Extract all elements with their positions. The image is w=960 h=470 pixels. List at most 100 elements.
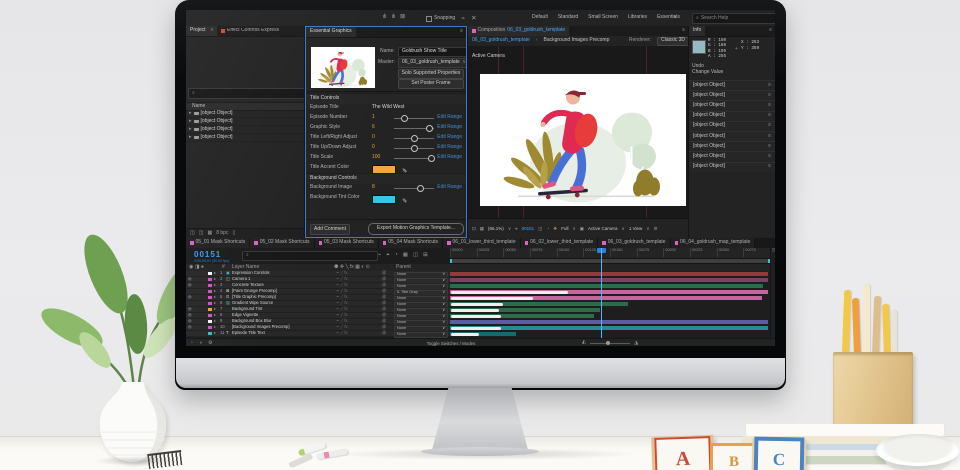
collapsed-panel-header[interactable]: [object Object] ≡ — [689, 90, 775, 100]
collapsed-panel-header[interactable]: [object Object] ≡ — [689, 100, 775, 110]
eye-icon[interactable]: ◎ — [188, 295, 192, 300]
label-color-swatch[interactable] — [208, 302, 212, 306]
disclosure-icon[interactable]: ▸ — [189, 135, 192, 141]
workspace-tab[interactable]: Standard — [558, 15, 578, 21]
label-color-swatch[interactable] — [208, 332, 212, 336]
layer-duration-bar[interactable] — [450, 272, 768, 276]
comp-canvas[interactable] — [480, 74, 686, 206]
parent-pickwhip-icon[interactable]: @ — [382, 331, 386, 336]
parameter-value[interactable]: 8 — [372, 185, 375, 191]
layer-duration-bar[interactable] — [450, 284, 763, 288]
comp-tab[interactable]: 05_03 Mask Shortcuts — [315, 238, 379, 248]
align-icon[interactable]: ⋔ — [391, 14, 396, 21]
disclosure-icon[interactable]: ▸ — [189, 127, 192, 133]
resolution-dropdown[interactable]: Full — [561, 226, 568, 231]
playhead-line[interactable] — [601, 248, 602, 338]
parameter-value[interactable]: 0 — [372, 145, 375, 151]
zoom-out-mountain-icon[interactable]: ◭ — [582, 340, 586, 346]
layer-duration-bar[interactable] — [450, 332, 516, 336]
magnification-dropdown[interactable]: (66.1%) — [488, 226, 504, 231]
eg-name-input[interactable]: Goldrush Show Title — [398, 47, 467, 57]
breadcrumb-precomp[interactable]: Background Images Precomp — [544, 38, 610, 44]
motion-blur-icon[interactable]: ◫ — [413, 252, 418, 258]
collapsed-panel-header[interactable]: [object Object] ≡ — [689, 111, 775, 121]
layer-duration-bar[interactable] — [450, 326, 768, 330]
parent-dropdown[interactable]: None∨ — [394, 332, 448, 338]
viewer-timecode[interactable]: 00151 — [522, 226, 535, 231]
list-view-icon[interactable]: ◫ — [199, 231, 204, 237]
project-folder-row[interactable]: ▸ [object Object] — [186, 118, 304, 126]
label-color-swatch[interactable] — [208, 308, 212, 312]
layer-duration-bar[interactable] — [450, 308, 600, 312]
tab-info[interactable]: Info — [689, 26, 705, 36]
pixel-aspect-icon[interactable]: ⚙ — [654, 226, 658, 231]
parameter-text-value[interactable]: The Wild West — [372, 105, 404, 111]
comp-tab[interactable]: 05_02 Mask Shortcuts — [250, 238, 314, 248]
panel-menu-icon[interactable]: ≡ — [460, 29, 463, 35]
slider-knob[interactable] — [411, 145, 418, 152]
project-folder-row[interactable]: ▸ [object Object] — [186, 110, 304, 118]
label-color-swatch[interactable] — [208, 296, 212, 300]
parameter-slider[interactable] — [394, 123, 434, 133]
label-color-swatch[interactable] — [208, 278, 212, 282]
timeline-search-input[interactable]: ⌕ — [242, 251, 378, 261]
breadcrumb-current-comp[interactable]: 06_03_goldrush_template — [472, 38, 530, 44]
view-layout-dropdown[interactable]: 1 View — [629, 226, 642, 231]
disclosure-icon[interactable]: ▸ — [189, 119, 192, 125]
eye-icon[interactable]: ◎ — [188, 325, 192, 330]
toggle-switches-modes-button[interactable]: Toggle Switches / Modes — [386, 341, 516, 346]
comp-tab[interactable]: 06_04_goldrush_map_template — [671, 238, 756, 248]
comp-tab[interactable]: 05_01 Mask Shortcuts — [186, 238, 250, 248]
grid-options-icon[interactable]: ▦ — [480, 226, 484, 231]
tab-essential-graphics[interactable]: Essential Graphics — [306, 27, 356, 37]
composition-mini-flowchart-icon[interactable]: ⌁ — [378, 252, 381, 258]
current-time-field[interactable]: 00151 — [194, 250, 221, 259]
panel-menu-icon[interactable]: ≡ — [682, 28, 685, 34]
layer-name[interactable]: Episode Title Text — [232, 331, 265, 336]
align-icon[interactable]: ⋔ — [382, 14, 387, 21]
panel-menu-icon[interactable]: ≡ — [211, 28, 214, 34]
eg-master-dropdown[interactable]: 06_03_goldrush_template∨ — [398, 58, 467, 68]
zoom-slider-knob[interactable] — [606, 341, 610, 345]
parent-column[interactable]: Parent — [396, 265, 411, 271]
trash-icon[interactable]: ▯ — [232, 231, 235, 237]
workspace-tab[interactable]: Essentials — [657, 15, 680, 21]
roi-icon[interactable]: ▣ — [580, 226, 584, 231]
comp-tab[interactable]: 06_03_goldrush_template — [598, 238, 670, 248]
parameter-slider[interactable] — [394, 153, 434, 163]
snapshot-icon[interactable]: ◫ — [538, 226, 542, 231]
edit-range-link[interactable]: Edit Range — [437, 145, 462, 151]
thumbnail-view-icon[interactable]: ◫ — [190, 231, 195, 237]
layer-duration-bar[interactable] — [450, 320, 768, 324]
label-color-swatch[interactable] — [208, 272, 212, 276]
project-search-input[interactable]: ⌕ — [188, 88, 304, 99]
edit-range-link[interactable]: Edit Range — [437, 155, 462, 161]
add-comment-button[interactable]: Add Comment — [310, 224, 350, 235]
slider-knob[interactable] — [426, 125, 433, 132]
renderer-button[interactable]: Classic 3D — [657, 37, 688, 46]
workspace-tab[interactable]: Default — [532, 15, 548, 21]
exposure-icon[interactable]: ◔ — [546, 226, 549, 231]
edit-range-link[interactable]: Edit Range — [437, 115, 462, 121]
collapsed-panel-header[interactable]: [object Object] ≡ — [689, 131, 775, 141]
collapsed-panel-header[interactable]: [object Object] ≡ — [689, 141, 775, 151]
zoom-in-mountain-icon[interactable]: ◮ — [634, 340, 638, 346]
comp-tab[interactable]: 05_04 Mask Shortcuts — [379, 238, 443, 248]
parameter-value[interactable]: 6 — [372, 125, 375, 131]
snapping-toggle[interactable]: Snapping ⌁ ✕ — [426, 15, 481, 22]
mask-visibility-icon[interactable]: ⌖ — [515, 226, 518, 231]
graph-editor-icon[interactable]: ⊞ — [423, 252, 428, 258]
twirl-icon[interactable]: ▸ — [214, 331, 216, 336]
layer-duration-bar[interactable] — [450, 296, 762, 300]
solo-supported-properties-button[interactable]: Solo Supported Properties — [398, 69, 464, 79]
panel-menu-icon[interactable]: ≡ — [769, 28, 772, 34]
work-area-bar[interactable] — [450, 259, 770, 263]
slider-knob[interactable] — [417, 185, 424, 192]
collapsed-panel-header[interactable]: [object Object] ≡ — [689, 162, 775, 172]
layer-duration-bar[interactable] — [450, 314, 594, 318]
slider-knob[interactable] — [428, 155, 435, 162]
shy-layers-icon[interactable]: ◔ — [394, 252, 397, 258]
parameter-slider[interactable] — [394, 113, 434, 123]
layer-switches[interactable]: ∸ ╱ fx — [336, 331, 348, 336]
shy-icon[interactable]: ⌁ — [461, 15, 465, 22]
